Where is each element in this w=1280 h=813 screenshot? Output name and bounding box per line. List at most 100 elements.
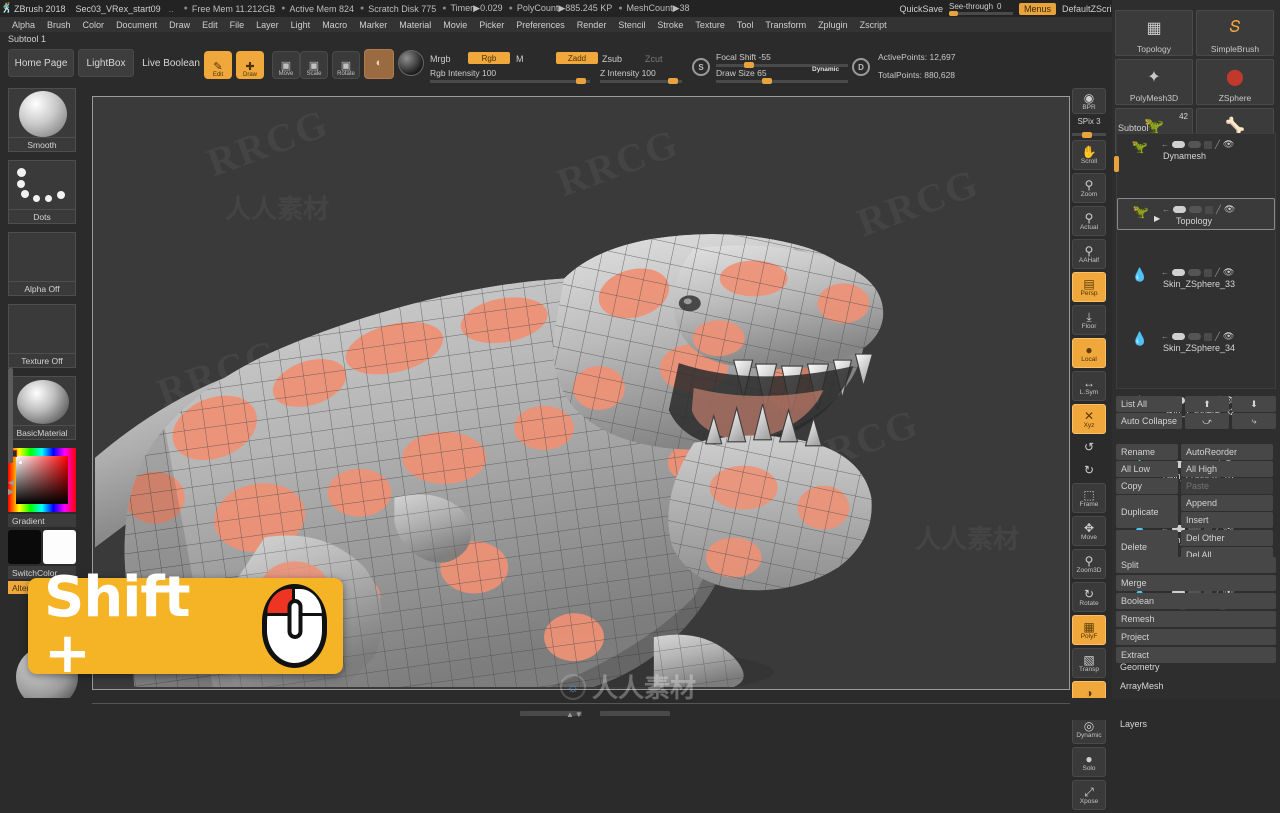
gradient-button[interactable]: Gradient bbox=[8, 514, 76, 527]
rename-button[interactable]: Rename bbox=[1116, 444, 1178, 460]
m-button[interactable]: M bbox=[516, 54, 524, 64]
viewport-persp-button[interactable]: ▤Persp bbox=[1072, 272, 1106, 302]
indent-down-button[interactable]: ⤷ bbox=[1232, 413, 1276, 429]
color-swatches[interactable] bbox=[8, 530, 76, 564]
move-down-button[interactable]: ⬇ bbox=[1232, 396, 1276, 412]
menu-item-preferences[interactable]: Preferences bbox=[510, 20, 571, 30]
lightbox-button[interactable]: LightBox bbox=[78, 49, 134, 77]
copy-button[interactable]: Copy bbox=[1116, 478, 1178, 494]
subtool-row-icons[interactable]: ←╱👁 bbox=[1161, 331, 1234, 342]
menu-item-color[interactable]: Color bbox=[77, 20, 111, 30]
subtool-brush-icon[interactable]: ╱ bbox=[1215, 332, 1220, 341]
subtool-eye-icon[interactable]: 👁 bbox=[1224, 204, 1235, 215]
spix-slider[interactable]: SPix 3 bbox=[1072, 117, 1106, 137]
viewport-transp-button[interactable]: ▧Transp bbox=[1072, 648, 1106, 678]
subtool-row[interactable]: 💧←╱👁Skin_ZSphere_34 bbox=[1117, 326, 1275, 358]
menu-item-draw[interactable]: Draw bbox=[163, 20, 196, 30]
menu-item-layer[interactable]: Layer bbox=[250, 20, 285, 30]
brush-focal-icon[interactable]: S bbox=[692, 58, 710, 76]
subtool-row-icons[interactable]: ←╱👁 bbox=[1162, 204, 1235, 215]
stroke-palette-slot[interactable]: Dots bbox=[8, 160, 76, 224]
viewport-move-button[interactable]: ✥Move bbox=[1072, 516, 1106, 546]
subtool-op-remesh[interactable]: Remesh bbox=[1116, 611, 1276, 627]
mrgb-button[interactable]: Mrgb bbox=[430, 54, 451, 64]
scale-button[interactable]: ▣ Scale bbox=[300, 51, 328, 79]
alpha-palette-slot[interactable]: Alpha Off bbox=[8, 232, 76, 296]
auto-collapse-button[interactable]: Auto Collapse bbox=[1116, 413, 1182, 429]
subtool-op-extract[interactable]: Extract bbox=[1116, 647, 1276, 663]
see-through-track[interactable] bbox=[949, 12, 1013, 15]
zcut-button[interactable]: Zcut bbox=[645, 54, 663, 64]
viewport-polyf-button[interactable]: ▦PolyF bbox=[1072, 615, 1106, 645]
subtool-op-project[interactable]: Project bbox=[1116, 629, 1276, 645]
bottom-scroll-right[interactable] bbox=[600, 711, 670, 716]
menu-item-tool[interactable]: Tool bbox=[731, 20, 760, 30]
menus-button[interactable]: Menus bbox=[1019, 3, 1056, 15]
viewport-xpose-button[interactable]: ⤢Xpose bbox=[1072, 780, 1106, 810]
left-palette-arrows-icon[interactable]: ◀▶ bbox=[8, 478, 14, 496]
subtool-list[interactable]: 🦖←╱👁Dynamesh🦖←╱👁▶Topology💧←╱👁Skin_ZSpher… bbox=[1116, 133, 1276, 389]
see-through-knob[interactable] bbox=[949, 11, 958, 16]
viewport-zoom-button[interactable]: ⚲Zoom bbox=[1072, 173, 1106, 203]
menu-item-light[interactable]: Light bbox=[285, 20, 317, 30]
zadd-button[interactable]: Zadd bbox=[556, 52, 598, 64]
subtool-eye-icon[interactable]: 👁 bbox=[1223, 139, 1234, 150]
subtool-mask-pill[interactable] bbox=[1188, 333, 1201, 340]
subtool-row[interactable]: 💧←╱👁Skin_ZSphere_33 bbox=[1117, 262, 1275, 294]
left-palette-scrollbar[interactable] bbox=[8, 368, 13, 463]
subtool-mask-pill[interactable] bbox=[1188, 141, 1201, 148]
menu-item-file[interactable]: File bbox=[224, 20, 251, 30]
viewport-scroll-button[interactable]: ✋Scroll bbox=[1072, 140, 1106, 170]
indent-right-button[interactable]: ⤻ bbox=[1185, 413, 1229, 429]
subtool-brush-icon[interactable]: ╱ bbox=[1215, 268, 1220, 277]
subtool-polypaint-box[interactable] bbox=[1205, 206, 1213, 214]
viewport-solo-button[interactable]: ●Solo bbox=[1072, 747, 1106, 777]
bpr-render-button[interactable]: ◉ BPR bbox=[1072, 88, 1106, 114]
z-intensity-knob[interactable] bbox=[668, 78, 678, 84]
subtool-brush-icon[interactable]: ╱ bbox=[1216, 205, 1221, 214]
subtool-row[interactable]: 🦖←╱👁Dynamesh bbox=[1117, 134, 1275, 166]
live-boolean-button[interactable]: Live Boolean bbox=[138, 49, 204, 77]
all-low-button[interactable]: All Low bbox=[1116, 461, 1178, 477]
tool-thumb-simplebrush[interactable]: 𝑆SimpleBrush bbox=[1196, 10, 1274, 56]
subtool-op-merge[interactable]: Merge bbox=[1116, 575, 1276, 591]
list-all-button[interactable]: List All bbox=[1116, 396, 1182, 412]
subtool-arrow-icon[interactable]: ← bbox=[1161, 268, 1169, 277]
rotate-button[interactable]: ▣ Rotate bbox=[332, 51, 360, 79]
primary-color-swatch[interactable] bbox=[8, 530, 41, 564]
tool-section-geometry[interactable]: Geometry bbox=[1120, 662, 1164, 672]
material-palette-slot[interactable]: BasicMaterial bbox=[8, 376, 76, 440]
viewport-xyz-button[interactable]: ✕Xyz bbox=[1072, 404, 1106, 434]
brush-thumbnail[interactable] bbox=[8, 88, 76, 138]
duplicate-button[interactable]: Duplicate bbox=[1116, 495, 1178, 528]
brush-palette-slot[interactable]: Smooth bbox=[8, 88, 76, 152]
color-wheel[interactable] bbox=[8, 448, 76, 512]
subtool-polypaint-box[interactable] bbox=[1204, 141, 1212, 149]
viewport-frame-button[interactable]: ⬚Frame bbox=[1072, 483, 1106, 513]
del-other-button[interactable]: Del Other bbox=[1181, 530, 1273, 546]
viewport-aahalf-button[interactable]: ⚲AAHalf bbox=[1072, 239, 1106, 269]
viewport-floor-button[interactable]: ⤓Floor bbox=[1072, 305, 1106, 335]
insert-button[interactable]: Insert bbox=[1181, 512, 1273, 528]
canvas-resize-arrows-icon[interactable]: ▲▼ bbox=[566, 710, 584, 719]
append-button[interactable]: Append bbox=[1181, 495, 1273, 511]
subtool-row-icons[interactable]: ←╱👁 bbox=[1161, 267, 1234, 278]
tool-thumb-polymesh3d[interactable]: ✦PolyMesh3D bbox=[1115, 59, 1193, 105]
subtool-arrow-icon[interactable]: ← bbox=[1161, 140, 1169, 149]
menu-item-material[interactable]: Material bbox=[393, 20, 437, 30]
home-page-button[interactable]: Home Page bbox=[8, 49, 74, 77]
menu-item-stencil[interactable]: Stencil bbox=[612, 20, 651, 30]
subtool-polypaint-box[interactable] bbox=[1204, 333, 1212, 341]
viewport-local-button[interactable]: ●Local bbox=[1072, 338, 1106, 368]
subtool-row-icons[interactable]: ←╱👁 bbox=[1161, 139, 1234, 150]
menu-item-stroke[interactable]: Stroke bbox=[651, 20, 689, 30]
viewport-actual-button[interactable]: ⚲Actual bbox=[1072, 206, 1106, 236]
secondary-color-swatch[interactable] bbox=[43, 530, 76, 564]
menu-item-marker[interactable]: Marker bbox=[353, 20, 393, 30]
viewport-zoom3d-button[interactable]: ⚲Zoom3D bbox=[1072, 549, 1106, 579]
material-thumbnail[interactable] bbox=[8, 376, 76, 426]
viewport-rotate-button[interactable]: ↻Rotate bbox=[1072, 582, 1106, 612]
z-intensity-slider[interactable] bbox=[600, 80, 682, 83]
menu-item-texture[interactable]: Texture bbox=[689, 20, 731, 30]
default-zscript-label[interactable]: DefaultZScript bbox=[1062, 4, 1119, 14]
